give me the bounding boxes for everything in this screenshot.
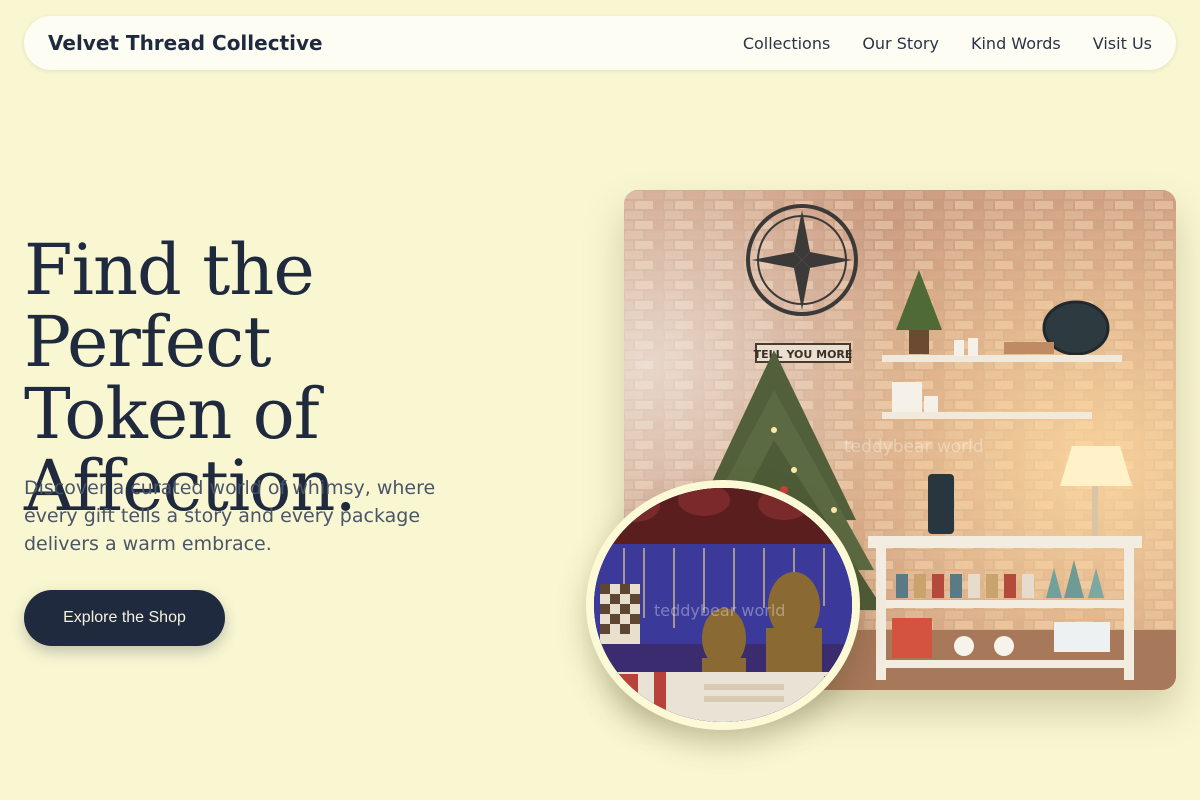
market-stall-image: teddybear world (586, 480, 860, 730)
market-stall-illustration: teddybear world (594, 488, 852, 722)
circle-image-watermark: teddybear world (654, 601, 785, 620)
nav-link-our-story[interactable]: Our Story (862, 34, 939, 53)
top-navbar: Velvet Thread Collective Collections Our… (24, 16, 1176, 70)
circle-image-content: teddybear world (594, 488, 852, 722)
compass-wall-decor (746, 204, 858, 316)
nav-link-kind-words[interactable]: Kind Words (971, 34, 1061, 53)
hero-title-line-1: Find the Perfect (24, 229, 315, 383)
main-nav: Collections Our Story Kind Words Visit U… (743, 34, 1152, 53)
nav-link-collections[interactable]: Collections (743, 34, 830, 53)
shop-sign-text: TELL YOU MORE (754, 348, 853, 361)
hero-description: Discover a curated world of whimsy, wher… (24, 477, 436, 555)
main-image-watermark: teddybear world (844, 437, 984, 457)
explore-shop-button[interactable]: Explore the Shop (24, 590, 225, 646)
nav-link-visit-us[interactable]: Visit Us (1093, 34, 1152, 53)
hero-title-line-2: Token of (24, 373, 320, 455)
brand-logo-text[interactable]: Velvet Thread Collective (48, 31, 323, 55)
